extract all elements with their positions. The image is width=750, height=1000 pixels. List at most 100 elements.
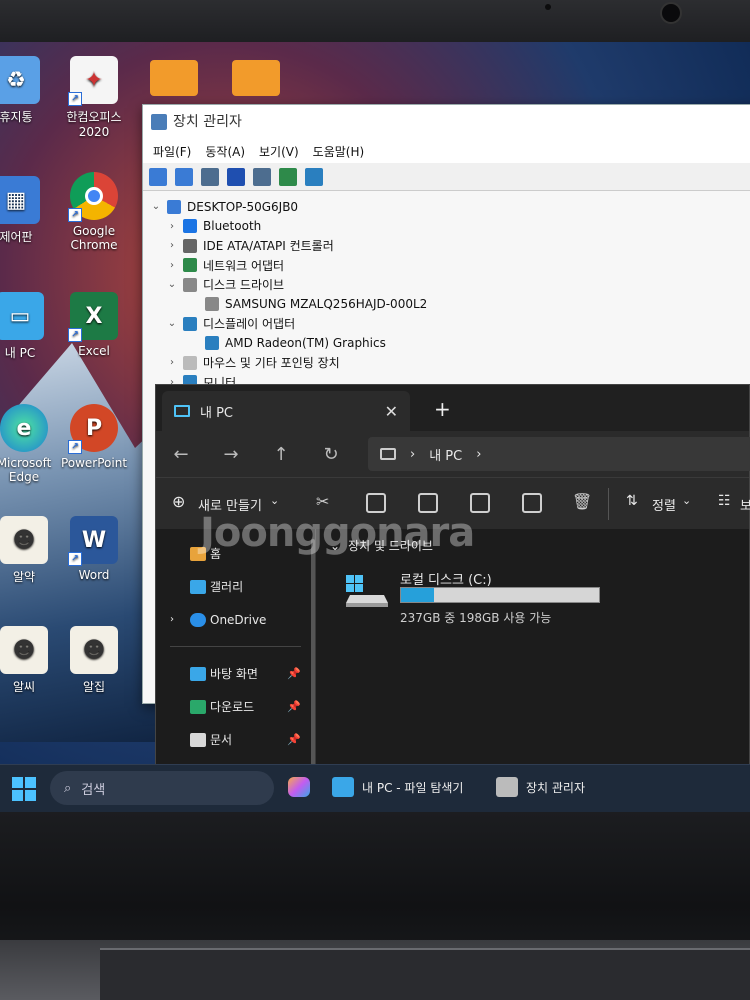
- chevron-right-icon: ›: [170, 240, 174, 252]
- tree-node-amd-graphics[interactable]: AMD Radeon(TM) Graphics: [149, 334, 750, 354]
- address-bar[interactable]: › 내 PC ›: [368, 437, 750, 471]
- sidebar-item-desktop[interactable]: 바탕 화면 📌: [156, 657, 315, 690]
- disk-drive-icon: [205, 297, 219, 312]
- drive-tile-c[interactable]: 로컬 디스크 (C:) 237GB 중 198GB 사용 가능: [346, 569, 626, 629]
- properties-icon[interactable]: [201, 167, 219, 186]
- forward-icon[interactable]: [175, 167, 193, 186]
- chevron-right-icon[interactable]: ›: [476, 447, 481, 462]
- desktop-icon-hancom[interactable]: ✦ ↗ 한컴오피스 2020: [56, 56, 132, 139]
- sort-button[interactable]: 정렬: [652, 495, 676, 514]
- chevron-right-icon: ›: [170, 220, 174, 232]
- desktop-icon-powerpoint[interactable]: P ↗ PowerPoint: [56, 404, 132, 470]
- recycle-bin-icon: ♻: [0, 56, 40, 104]
- tree-node-mouse[interactable]: › 마우스 및 기타 포인팅 장치: [149, 353, 750, 373]
- sidebar-item-downloads[interactable]: 다운로드 📌: [156, 690, 315, 723]
- chevron-down-icon[interactable]: ⌄: [682, 494, 691, 507]
- menu-action[interactable]: 동작(A): [205, 143, 245, 160]
- plus-circle-icon: ⊕: [172, 492, 186, 511]
- up-button[interactable]: ↑: [256, 444, 306, 465]
- folder-icon[interactable]: [150, 60, 198, 96]
- monitor-icon[interactable]: [305, 167, 323, 186]
- desktop-icon-alzip[interactable]: ☻ 알집: [56, 626, 132, 695]
- cut-icon[interactable]: ✂: [316, 492, 329, 511]
- menu-file[interactable]: 파일(F): [153, 143, 191, 160]
- edge-icon: e: [0, 404, 48, 452]
- windows-start-icon[interactable]: [12, 777, 36, 801]
- desktop-icon-chrome[interactable]: ↗ Google Chrome: [56, 172, 132, 252]
- desktop-icon-edge[interactable]: e Microsoft Edge: [0, 404, 62, 484]
- menu-help[interactable]: 도움말(H): [313, 143, 365, 160]
- computer-icon: [167, 199, 181, 214]
- mouse-icon: [183, 355, 197, 370]
- shortcut-arrow-icon: ↗: [68, 552, 82, 566]
- menu-view[interactable]: 보기(V): [259, 143, 299, 160]
- chevron-right-icon: ›: [410, 446, 416, 462]
- gallery-icon: [190, 579, 206, 594]
- view-button[interactable]: 보: [740, 495, 750, 514]
- network-adapter-icon: [183, 258, 197, 273]
- scan-hardware-icon[interactable]: [279, 167, 297, 186]
- tree-node-network[interactable]: › 네트워크 어댑터: [149, 256, 750, 276]
- tree-node-computer[interactable]: ⌄ DESKTOP-50G6JB0: [149, 197, 750, 217]
- monitor-icon: [332, 777, 354, 797]
- device-tree: ⌄ DESKTOP-50G6JB0 › Bluetooth › IDE ATA/ATA…: [143, 191, 750, 392]
- tree-node-samsung-ssd[interactable]: SAMSUNG MZALQ256HAJD-000L2: [149, 295, 750, 315]
- copilot-icon[interactable]: [288, 777, 310, 797]
- desktop-icon-control-panel[interactable]: ▦ 제어판: [0, 176, 54, 245]
- pin-icon[interactable]: 📌: [287, 667, 301, 680]
- sidebar-item-documents[interactable]: 문서 📌: [156, 723, 315, 756]
- view-icon[interactable]: [253, 167, 271, 186]
- tree-node-ide[interactable]: › IDE ATA/ATAPI 컨트롤러: [149, 236, 750, 256]
- share-icon[interactable]: [522, 493, 542, 513]
- chevron-down-icon: ⌄: [167, 318, 177, 330]
- desktop-icon-recycle-bin[interactable]: ♻ 휴지통: [0, 56, 54, 125]
- breadcrumb-this-pc[interactable]: 내 PC: [429, 445, 462, 464]
- back-button[interactable]: ←: [156, 444, 206, 465]
- chevron-right-icon: ›: [170, 357, 174, 369]
- pin-icon[interactable]: 📌: [287, 700, 301, 713]
- drive-usage-fill: [401, 588, 434, 602]
- hancom-icon: ✦ ↗: [68, 56, 118, 106]
- device-manager-icon: [496, 777, 518, 797]
- taskbar-search[interactable]: ⌕ 검색: [50, 771, 274, 805]
- tree-node-display[interactable]: ⌄ 디스플레이 어댑터: [149, 314, 750, 334]
- device-manager-titlebar[interactable]: 장치 관리자: [143, 105, 750, 139]
- delete-icon[interactable]: 🗑: [572, 492, 592, 511]
- tab-this-pc[interactable]: 내 PC ✕: [162, 391, 410, 431]
- refresh-button[interactable]: ↻: [306, 444, 356, 465]
- navigation-bar: ← → ↑ ↻ › 내 PC ›: [156, 431, 750, 477]
- sidebar-item-onedrive[interactable]: › OneDrive: [156, 603, 315, 636]
- file-explorer-window[interactable]: 내 PC ✕ + ← → ↑ ↻ › 내 PC › ⊕ 새로 만들기 ⌄ ✂ 🗑…: [155, 384, 750, 812]
- taskbar-item-explorer[interactable]: 내 PC - 파일 탐색기: [332, 777, 463, 797]
- sidebar-item-gallery[interactable]: 갤러리: [156, 570, 315, 603]
- help-icon[interactable]: [227, 167, 245, 186]
- powerpoint-icon: P ↗: [68, 404, 118, 454]
- forward-button[interactable]: →: [206, 444, 256, 465]
- monitor-icon: [380, 448, 396, 460]
- monitor-icon: ▭: [0, 292, 44, 340]
- drive-usage-bar: [400, 587, 600, 603]
- sort-icon: ⇅: [626, 493, 638, 509]
- bluetooth-icon: [183, 219, 197, 234]
- desktop-icon-excel[interactable]: X ↗ Excel: [56, 292, 132, 358]
- screen: ♻ 휴지통 ▦ 제어판 ▭ 내 PC e Microsoft Edge ☻ 알약…: [0, 42, 750, 812]
- close-icon[interactable]: ✕: [385, 402, 398, 421]
- pin-icon[interactable]: 📌: [287, 733, 301, 746]
- desktop-icon-word[interactable]: W ↗ Word: [56, 516, 132, 582]
- chrome-icon: ↗: [68, 172, 118, 222]
- taskbar-item-device-manager[interactable]: 장치 관리자: [496, 777, 585, 797]
- desktop-icon-alyac[interactable]: ☻ 알약: [0, 516, 62, 585]
- scrollbar[interactable]: [311, 539, 315, 779]
- desktop-icon-alsee[interactable]: ☻ 알씨: [0, 626, 62, 695]
- tab-bar: 내 PC ✕ +: [156, 385, 749, 431]
- tree-node-bluetooth[interactable]: › Bluetooth: [149, 217, 750, 237]
- tree-node-disk[interactable]: ⌄ 디스크 드라이브: [149, 275, 750, 295]
- control-panel-icon: ▦: [0, 176, 40, 224]
- back-icon[interactable]: [149, 167, 167, 186]
- chevron-right-icon[interactable]: ›: [170, 614, 174, 625]
- alyac-icon: ☻: [0, 516, 48, 564]
- desktop-icon-this-pc[interactable]: ▭ 내 PC: [0, 292, 58, 361]
- new-tab-button[interactable]: +: [434, 397, 451, 421]
- chevron-down-icon[interactable]: ⌄: [270, 494, 279, 507]
- folder-icon[interactable]: [232, 60, 280, 96]
